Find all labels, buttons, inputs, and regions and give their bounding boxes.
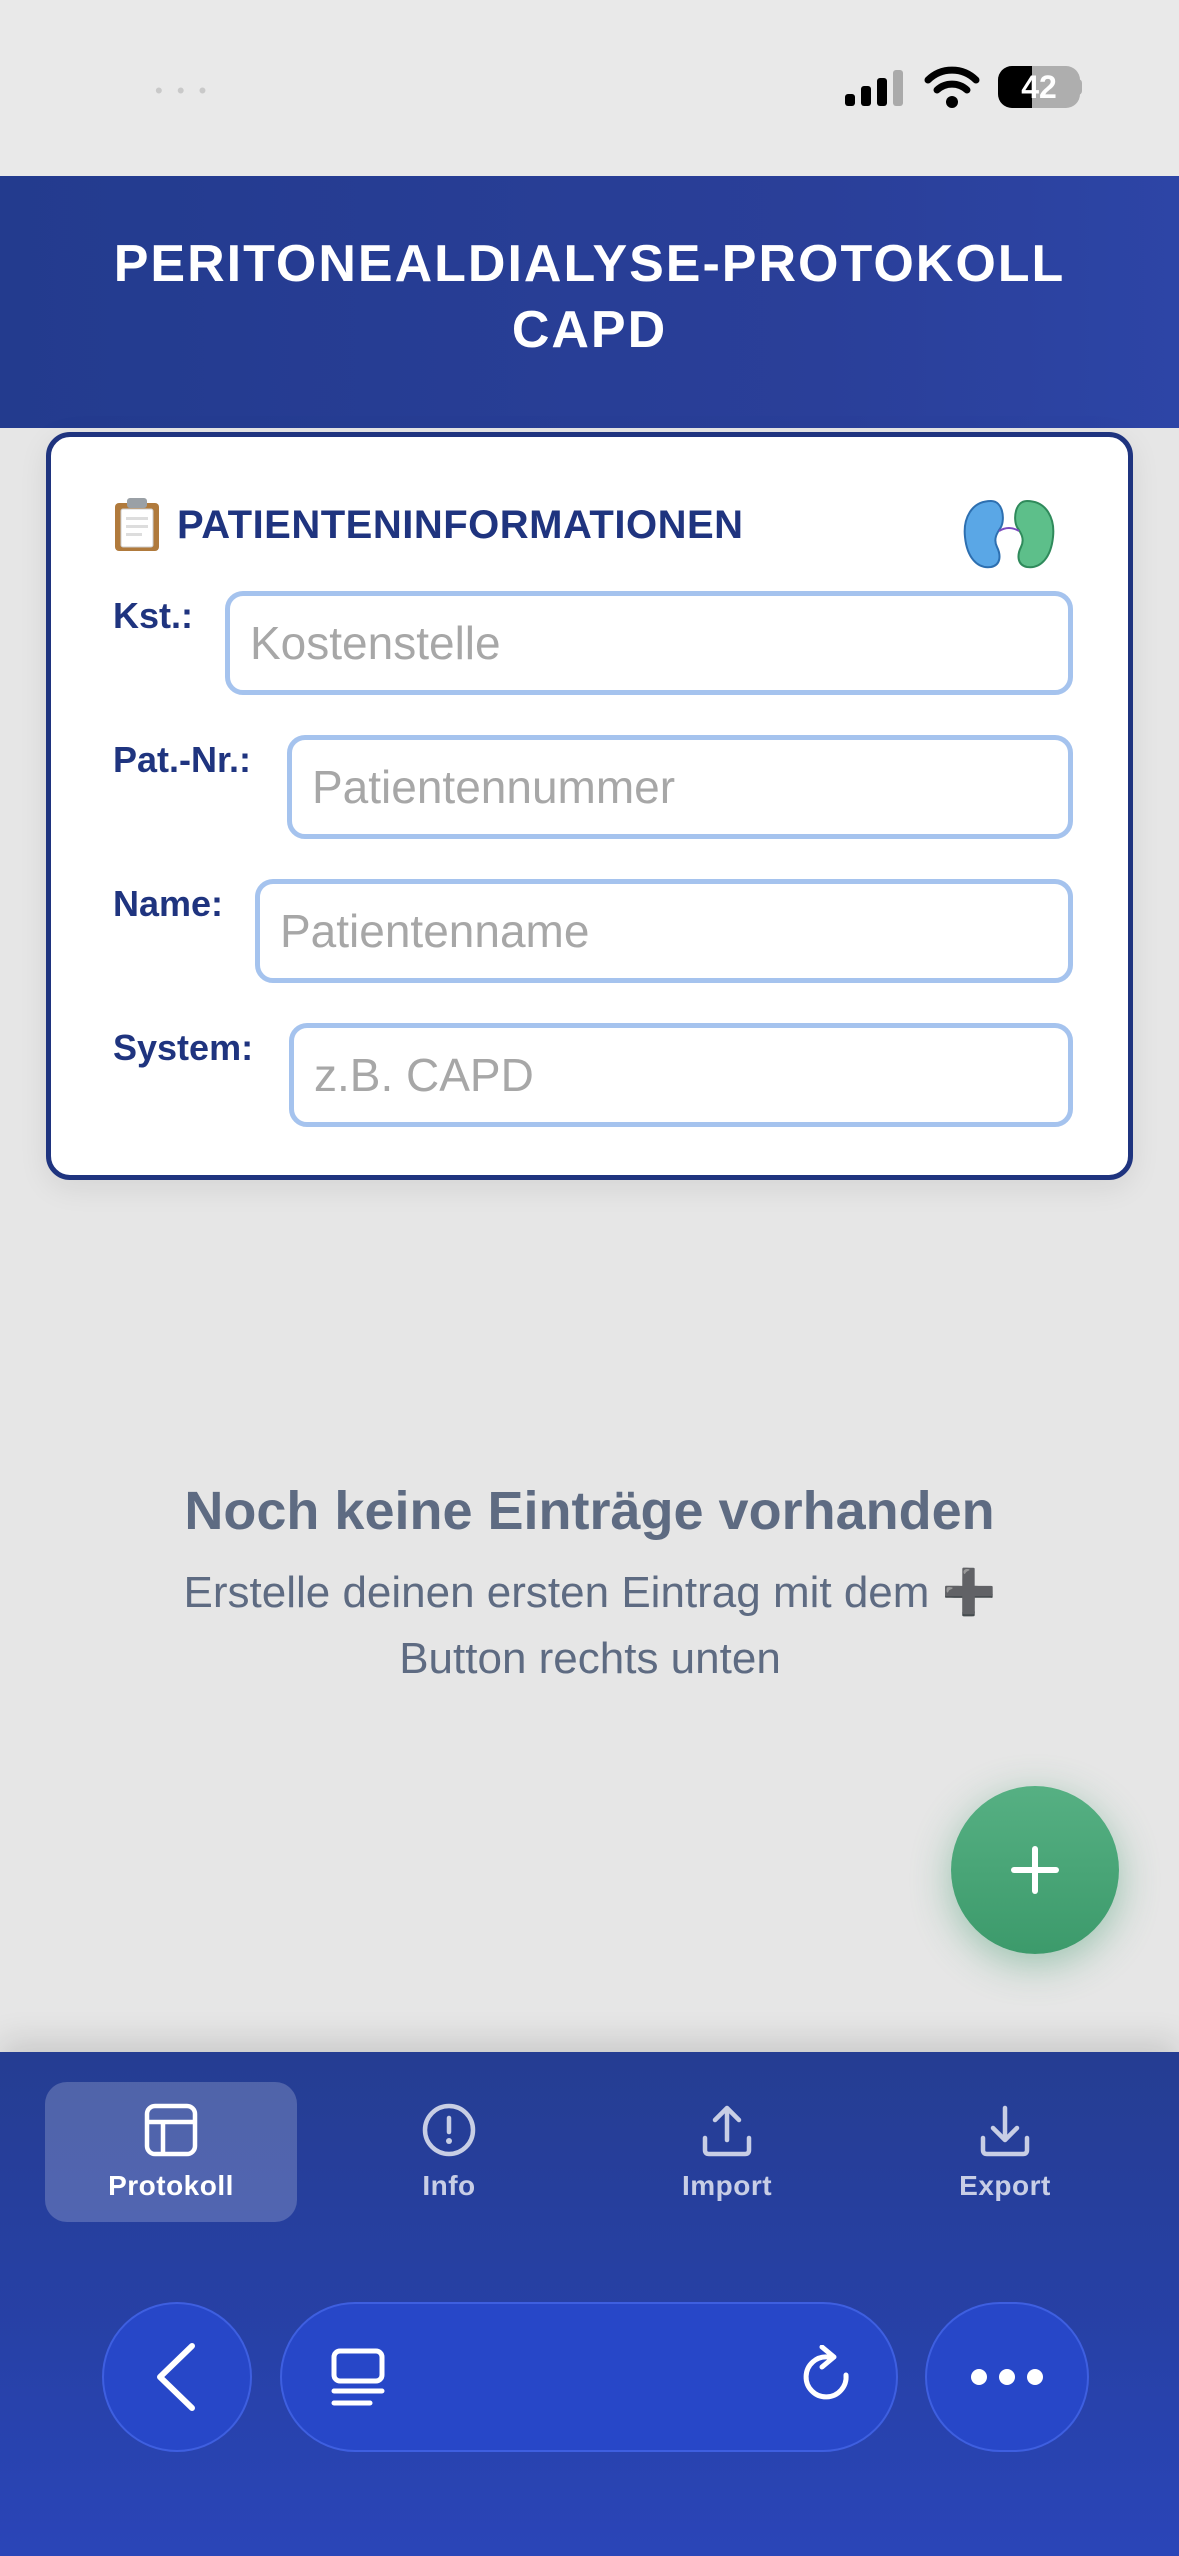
card-title: PATIENTENINFORMATIONEN [177, 502, 744, 547]
patient-number-input[interactable] [287, 735, 1073, 839]
reload-icon[interactable] [796, 2345, 860, 2409]
tab-label-info: Info [422, 2170, 476, 2201]
tabs-icon [331, 2348, 385, 2406]
download-icon [980, 2105, 1030, 2157]
tab-label-import: Import [681, 2170, 773, 2201]
patient-name-label: Name: [113, 883, 224, 924]
status-bar: • • • 42 [0, 0, 1179, 176]
browser-more-button[interactable] [925, 2302, 1089, 2452]
patient-info-card: PATIENTENINFORMATIONEN Kst.: Pat.-Nr.: N… [46, 432, 1133, 1180]
chevron-left-icon [157, 2343, 195, 2411]
empty-state-text-after: Button rechts unten [399, 1634, 781, 1683]
more-dots-icon [971, 2369, 1043, 2385]
page-title: PERITONEALDIALYSE-PROTOKOLL CAPD [113, 235, 1066, 359]
upload-icon [702, 2105, 752, 2157]
tab-label-export: Export [959, 2170, 1051, 2201]
cost-center-input[interactable] [225, 591, 1073, 695]
wifi-icon [924, 66, 980, 108]
tab-export[interactable]: Export [879, 2082, 1131, 2222]
plus-emoji-icon: ➕ [941, 1568, 997, 1617]
status-dots: • • • [155, 78, 211, 103]
battery-level: 42 [1021, 69, 1057, 105]
battery-tip [1076, 79, 1082, 95]
tab-import[interactable]: Import [601, 2082, 853, 2222]
browser-address-bar[interactable] [280, 2302, 898, 2452]
plus-icon [1011, 1846, 1059, 1894]
clipboard-icon [115, 498, 159, 551]
table-icon [144, 2103, 198, 2157]
patient-number-label: Pat.-Nr.: [113, 739, 252, 780]
empty-state-title: Noch keine Einträge vorhanden [184, 1481, 995, 1541]
cost-center-label: Kst.: [113, 595, 193, 636]
empty-state-text-before: Erstelle deinen ersten Eintrag mit dem [183, 1568, 930, 1617]
info-icon [422, 2103, 476, 2157]
empty-state-text: Erstelle deinen ersten Eintrag mit dem ➕… [130, 1560, 1050, 1692]
app-header: PERITONEALDIALYSE-PROTOKOLL CAPD [0, 176, 1179, 428]
card-header: PATIENTENINFORMATIONEN [113, 497, 744, 553]
add-entry-button[interactable] [951, 1786, 1119, 1954]
tab-label-protokoll: Protokoll [108, 2170, 234, 2201]
system-label: System: [113, 1027, 254, 1068]
patient-name-input[interactable] [255, 879, 1073, 983]
tab-protokoll[interactable]: Protokoll [45, 2082, 297, 2222]
kidneys-icon [963, 499, 1055, 569]
system-input[interactable] [289, 1023, 1073, 1127]
browser-back-button[interactable] [102, 2302, 252, 2452]
tab-info[interactable]: Info [323, 2082, 575, 2222]
cellular-signal-icon [845, 70, 903, 106]
battery-icon: 42 [998, 66, 1080, 108]
